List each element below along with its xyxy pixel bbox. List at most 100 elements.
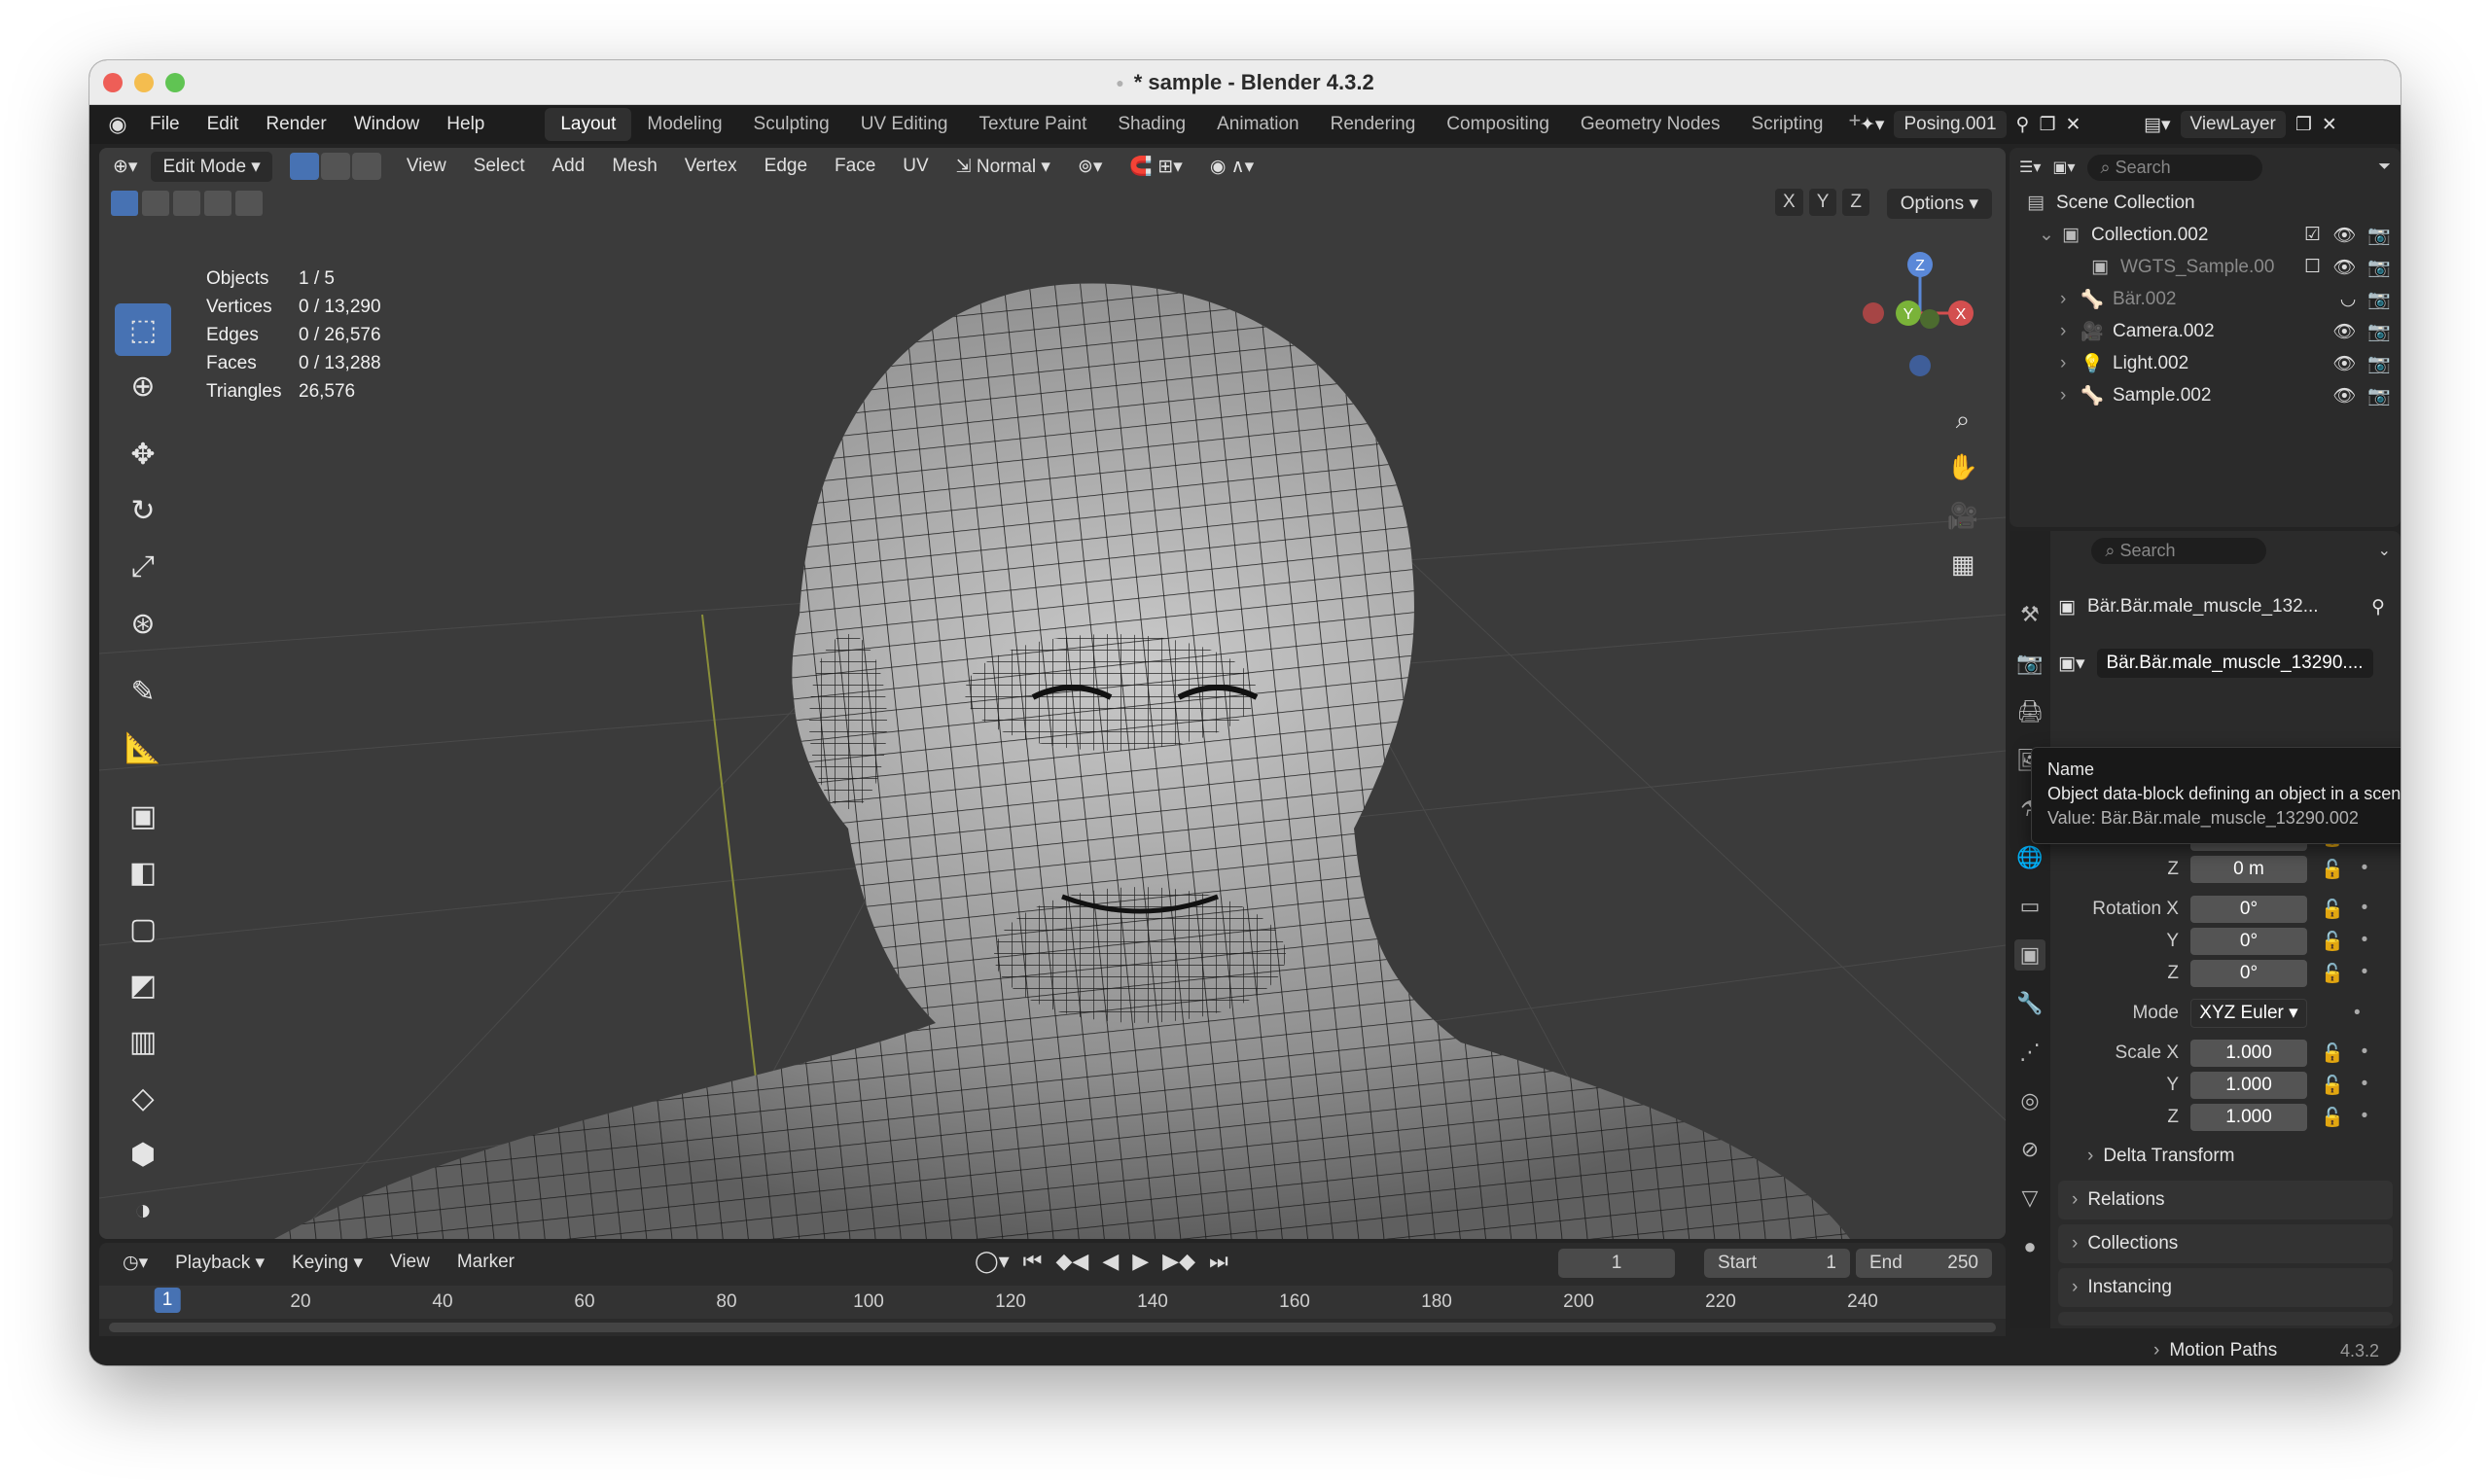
navigation-gizmo[interactable]: Z X Y — [1852, 245, 1988, 381]
keyframe-dot-icon[interactable]: • — [2354, 1003, 2361, 1024]
expand-arrow-icon[interactable]: › — [2060, 385, 2080, 406]
outliner-search-input[interactable]: ⌕ Search — [2086, 154, 2262, 181]
rotation-z-field[interactable]: 0° — [2190, 960, 2307, 987]
face-select-button[interactable] — [351, 153, 381, 180]
frame-ruler[interactable]: 1 20 40 60 80 100 120 140 160 180 200 22… — [99, 1286, 2006, 1319]
particles-tab-icon[interactable]: ⋰ — [2014, 1037, 2045, 1068]
expand-arrow-icon[interactable]: › — [2060, 353, 2080, 374]
keyframe-dot-icon[interactable]: • — [2362, 858, 2368, 881]
eye-icon[interactable]: 👁 — [2332, 224, 2356, 247]
render-camera-icon[interactable]: 📷 — [2367, 224, 2391, 247]
rotation-mode-dropdown[interactable]: XYZ Euler ▾ — [2190, 999, 2307, 1028]
jump-start-icon[interactable]: ⏮ — [1023, 1249, 1043, 1274]
pin-icon[interactable]: ⚲ — [2016, 114, 2030, 136]
collection-tab-icon[interactable]: ▭ — [2014, 891, 2045, 922]
close-window-button[interactable] — [103, 73, 123, 92]
menu-uv[interactable]: UV — [889, 156, 942, 177]
lock-icon[interactable]: 🔓 — [2321, 858, 2344, 881]
annotate-tool-icon[interactable]: ✎ — [115, 665, 171, 718]
record-icon[interactable]: ◯▾ — [975, 1249, 1010, 1274]
select-invert-button[interactable] — [204, 191, 231, 216]
lock-icon[interactable]: 🔓 — [2321, 1106, 2344, 1129]
tab-sculpting[interactable]: Sculpting — [738, 108, 845, 141]
menu-view[interactable]: View — [393, 156, 460, 177]
instancing-panel[interactable]: › Instancing — [2058, 1268, 2393, 1307]
lock-icon[interactable]: 🔓 — [2321, 1042, 2344, 1065]
play-icon[interactable]: ▶ — [1132, 1249, 1149, 1274]
modifier-tab-icon[interactable]: 🔧 — [2014, 988, 2045, 1019]
3d-viewport[interactable]: ⊕▾ Edit Mode ▾ View Select Add Mesh Vert… — [99, 148, 2006, 1239]
timeline-scrollbar[interactable] — [109, 1323, 1996, 1332]
relations-panel[interactable]: › Relations — [2058, 1181, 2393, 1219]
close-view-layer-icon[interactable]: ✕ — [2322, 114, 2337, 136]
keyframe-dot-icon[interactable]: • — [2362, 898, 2368, 921]
outliner-editor-type-icon[interactable]: ☰▾ — [2019, 158, 2041, 177]
play-reverse-icon[interactable]: ◀ — [1102, 1249, 1119, 1274]
select-subtract-button[interactable] — [173, 191, 200, 216]
view-layer-field[interactable]: ViewLayer — [2180, 111, 2286, 138]
mirror-z-button[interactable]: Z — [1842, 189, 1869, 216]
tab-scripting[interactable]: Scripting — [1736, 108, 1839, 141]
render-camera-icon[interactable]: 📷 — [2367, 288, 2391, 311]
render-camera-icon[interactable]: 📷 — [2367, 352, 2391, 375]
knife-tool-icon[interactable]: ◇ — [115, 1072, 171, 1124]
select-extend-button[interactable] — [142, 191, 169, 216]
pan-hand-icon[interactable]: ✋ — [1941, 445, 1984, 488]
delta-transform-panel[interactable]: › Delta Transform — [2087, 1142, 2393, 1171]
constraints-tab-icon[interactable]: ⊘ — [2014, 1134, 2045, 1165]
tab-uv-editing[interactable]: UV Editing — [845, 108, 964, 141]
end-frame-field[interactable]: End 250 — [1856, 1249, 1992, 1278]
menu-file[interactable]: File — [136, 114, 194, 135]
scene-name-field[interactable]: Posing.001 — [1894, 111, 2007, 138]
checkbox-icon[interactable]: ☐ — [2304, 256, 2321, 279]
eye-icon[interactable]: 👁 — [2332, 352, 2356, 375]
menu-add[interactable]: Add — [539, 156, 599, 177]
blender-logo-icon[interactable]: ◉ — [99, 112, 136, 137]
outliner-row-wgts[interactable]: ▣ WGTS_Sample.00 ☐ 👁 📷 — [2010, 251, 2401, 283]
outliner-row-sample[interactable]: › 🦴 Sample.002 👁 📷 — [2010, 379, 2401, 411]
menu-mesh[interactable]: Mesh — [598, 156, 670, 177]
bevel-tool-icon[interactable]: ◩ — [115, 959, 171, 1011]
tab-layout[interactable]: Layout — [545, 108, 632, 141]
physics-tab-icon[interactable]: ◎ — [2014, 1085, 2045, 1116]
scale-z-field[interactable]: 1.000 — [2190, 1104, 2307, 1131]
menu-edit[interactable]: Edit — [194, 114, 253, 135]
jump-end-icon[interactable]: ⏭ — [1209, 1249, 1228, 1274]
keyframe-dot-icon[interactable]: • — [2362, 1042, 2368, 1065]
scene-icon[interactable]: ✦▾ — [1860, 114, 1884, 136]
start-frame-field[interactable]: Start 1 — [1704, 1249, 1850, 1278]
keyframe-dot-icon[interactable]: • — [2362, 1074, 2368, 1097]
menu-playback[interactable]: Playback ▾ — [161, 1252, 278, 1274]
tab-geometry-nodes[interactable]: Geometry Nodes — [1565, 108, 1736, 141]
menu-help[interactable]: Help — [433, 114, 498, 135]
lock-icon[interactable]: 🔓 — [2321, 898, 2344, 921]
next-keyframe-icon[interactable]: ▶◆ — [1162, 1249, 1195, 1274]
tool-tab-icon[interactable]: ⚒ — [2014, 599, 2045, 630]
timeline-editor-type-icon[interactable]: ◷▾ — [109, 1252, 161, 1274]
world-tab-icon[interactable]: 🌐 — [2014, 842, 2045, 873]
expand-arrow-icon[interactable]: › — [2060, 321, 2080, 342]
mirror-x-button[interactable]: X — [1775, 189, 1803, 216]
perspective-grid-icon[interactable]: ▦ — [1941, 543, 1984, 585]
scale-y-field[interactable]: 1.000 — [2190, 1072, 2307, 1099]
eye-icon[interactable]: 👁 — [2332, 256, 2356, 279]
current-frame-field[interactable]: 1 — [1558, 1249, 1675, 1278]
copy-view-layer-icon[interactable]: ❐ — [2295, 114, 2312, 136]
expand-arrow-icon[interactable]: › — [2060, 289, 2080, 310]
outliner-row-scene-collection[interactable]: ▤ Scene Collection — [2010, 187, 2401, 219]
snap-icon[interactable]: 🧲 ⊞▾ — [1116, 155, 1195, 178]
keyframe-dot-icon[interactable]: • — [2362, 930, 2368, 953]
menu-edge[interactable]: Edge — [751, 156, 821, 177]
select-intersect-button[interactable] — [235, 191, 263, 216]
object-tab-icon[interactable]: ▣ — [2014, 939, 2045, 971]
minimize-window-button[interactable] — [134, 73, 154, 92]
rotation-x-field[interactable]: 0° — [2190, 896, 2307, 923]
render-camera-icon[interactable]: 📷 — [2367, 384, 2391, 407]
add-cube-tool-icon[interactable]: ▣ — [115, 790, 171, 842]
prev-keyframe-icon[interactable]: ◆◀ — [1055, 1249, 1088, 1274]
maximize-window-button[interactable] — [165, 73, 185, 92]
inset-tool-icon[interactable]: ▢ — [115, 902, 171, 955]
camera-view-icon[interactable]: 🎥 — [1941, 494, 1984, 537]
menu-keying[interactable]: Keying ▾ — [278, 1252, 376, 1274]
mode-dropdown[interactable]: Edit Mode ▾ — [151, 151, 272, 182]
